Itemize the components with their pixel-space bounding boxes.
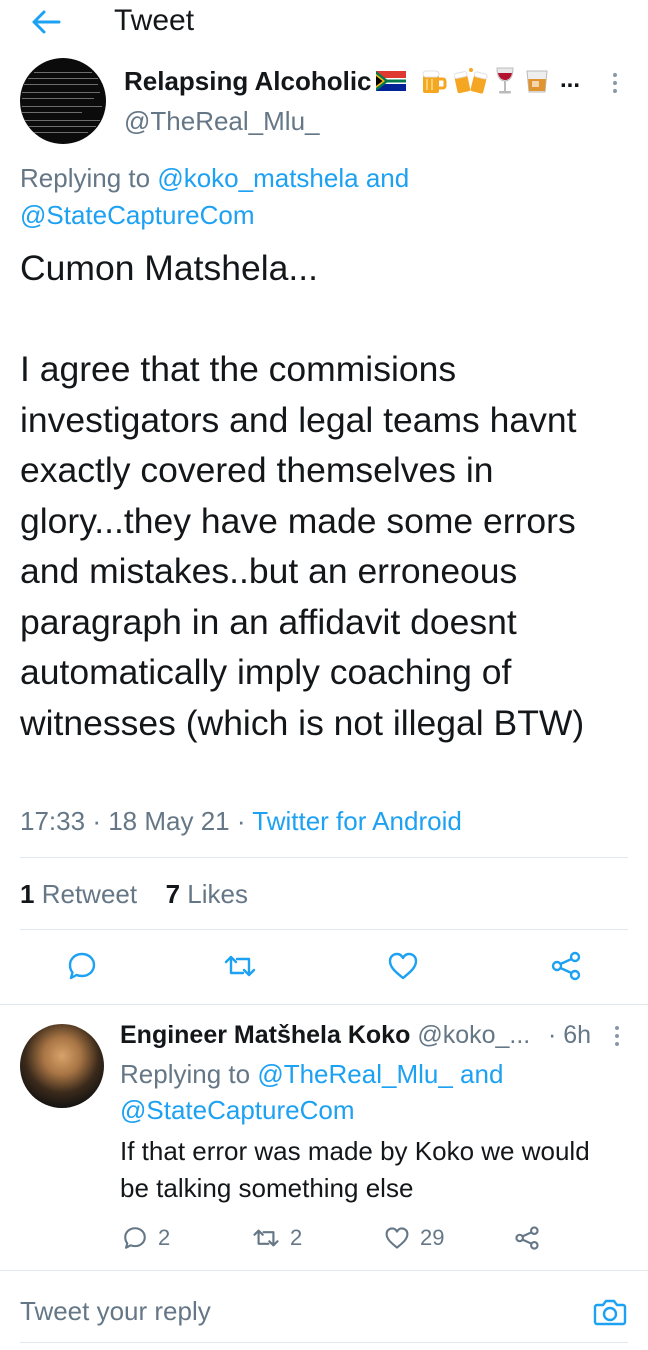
- replying-prefix: Replying to: [20, 163, 151, 193]
- retweets-stat[interactable]: 1 Retweet: [20, 879, 137, 909]
- replying-to: Replying to @koko_matshela and @StateCap…: [20, 160, 620, 234]
- like-button[interactable]: 29: [384, 1222, 444, 1254]
- heart-icon: [385, 1227, 409, 1249]
- more-options-icon[interactable]: [606, 1021, 628, 1051]
- mention-link[interactable]: @StateCaptureCom: [120, 1095, 355, 1125]
- camera-icon: [593, 1299, 627, 1326]
- tweet-stats: 1 Retweet 7 Likes: [20, 877, 248, 911]
- more-options-icon[interactable]: [602, 66, 628, 100]
- display-name[interactable]: Relapsing Alcoholic: [124, 64, 372, 98]
- handle[interactable]: @TheReal_Mlu_: [124, 104, 319, 138]
- tweet-text: Cumon Matshela... I agree that the commi…: [20, 248, 585, 743]
- name-truncation: ...: [560, 66, 581, 93]
- mention-link[interactable]: @StateCaptureCom: [20, 200, 255, 230]
- divider: [20, 929, 628, 930]
- avatar[interactable]: [20, 58, 106, 144]
- retweet-button[interactable]: [218, 944, 262, 988]
- arrow-left-icon: [32, 10, 61, 34]
- mention-link[interactable]: @TheReal_Mlu_: [257, 1059, 452, 1089]
- back-button[interactable]: [22, 4, 70, 40]
- tumbler-glass-icon: [524, 67, 550, 95]
- reply-display-name: Engineer Matšhela Koko: [120, 1021, 411, 1049]
- share-icon: [551, 951, 581, 981]
- name-emojis: [376, 66, 550, 96]
- reply-button[interactable]: [60, 944, 104, 988]
- reply-handle: @koko_...: [417, 1021, 531, 1049]
- likes-stat[interactable]: 7 Likes: [166, 879, 248, 909]
- top-bar: Tweet: [0, 0, 648, 52]
- retweet-icon: [224, 955, 256, 977]
- reply-author[interactable]: Engineer Matšhela Koko @koko_...: [120, 1019, 530, 1051]
- reply-count: 2: [158, 1225, 171, 1250]
- reply-icon: [124, 1227, 146, 1249]
- camera-button[interactable]: [590, 1294, 630, 1330]
- retweet-count: 2: [290, 1225, 303, 1250]
- replying-prefix: Replying to: [120, 1059, 251, 1089]
- tweet-time: 17:33: [20, 806, 86, 836]
- clinking-beer-mugs-icon: [453, 66, 488, 96]
- divider: [20, 857, 628, 858]
- divider: [0, 1270, 648, 1271]
- retweet-button[interactable]: 2: [252, 1222, 302, 1254]
- share-icon: [515, 1226, 539, 1250]
- page-title: Tweet: [114, 4, 195, 37]
- heart-icon: [388, 952, 418, 980]
- divider: [0, 1004, 648, 1005]
- like-count: 29: [420, 1225, 445, 1250]
- replying-to: Replying to @TheReal_Mlu_ and @StateCapt…: [120, 1056, 620, 1128]
- retweet-icon: [253, 1229, 279, 1247]
- tweet-date: 18 May 21: [108, 806, 230, 836]
- south-africa-flag-icon: [376, 71, 406, 91]
- replying-and[interactable]: and: [460, 1059, 503, 1089]
- replying-and[interactable]: and: [366, 163, 409, 193]
- share-button[interactable]: [544, 944, 588, 988]
- tweet-meta: 17:33 · 18 May 21 · Twitter for Android: [20, 806, 462, 836]
- reply-button[interactable]: 2: [122, 1222, 170, 1254]
- like-button[interactable]: [381, 944, 425, 988]
- divider: [20, 1342, 628, 1343]
- reply-timestamp: · 6h: [548, 1021, 592, 1049]
- wine-glass-icon: [494, 66, 516, 96]
- avatar[interactable]: [20, 1024, 104, 1108]
- tweet-source-link[interactable]: Twitter for Android: [252, 806, 462, 836]
- reply-icon: [68, 952, 96, 980]
- share-button[interactable]: [514, 1222, 540, 1254]
- reply-text: If that error was made by Koko we would …: [120, 1136, 590, 1203]
- beer-mug-icon: [420, 67, 448, 95]
- reply-input[interactable]: Tweet your reply: [20, 1294, 211, 1328]
- mention-link[interactable]: @koko_matshela: [157, 163, 358, 193]
